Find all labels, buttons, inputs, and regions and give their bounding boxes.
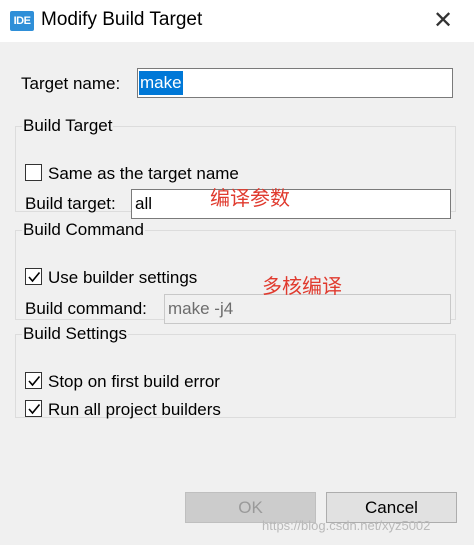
- build-command-label: Build command:: [25, 299, 147, 318]
- checkmark-icon: [28, 403, 41, 415]
- target-name-label: Target name:: [21, 74, 121, 93]
- build-settings-legend: Build Settings: [23, 324, 127, 343]
- checkbox-checked: [25, 400, 42, 417]
- checkbox-checked: [25, 372, 42, 389]
- build-command-group: Build Command Use builder settings Build…: [15, 220, 456, 324]
- dialog-title: Modify Build Target: [41, 9, 203, 30]
- target-name-value: make: [139, 71, 183, 95]
- run-all-builders-label: Run all project builders: [48, 400, 221, 419]
- use-builder-settings-label: Use builder settings: [48, 268, 198, 287]
- build-target-input[interactable]: all: [131, 189, 451, 219]
- title-bar: IDE Modify Build Target ✕: [0, 0, 474, 42]
- ide-app-icon: IDE: [10, 11, 34, 31]
- build-target-label: Build target:: [25, 194, 116, 213]
- close-icon[interactable]: ✕: [426, 6, 460, 36]
- target-name-input[interactable]: make: [137, 68, 453, 98]
- checkbox-unchecked: [25, 164, 42, 181]
- annotation-build-params: 编译参数: [210, 186, 290, 210]
- checkbox-checked: [25, 268, 42, 285]
- checkmark-icon: [28, 271, 41, 283]
- watermark: https://blog.csdn.net/xyz5002: [262, 518, 431, 533]
- build-command-legend: Build Command: [23, 220, 144, 239]
- build-target-legend: Build Target: [23, 116, 113, 135]
- stop-on-first-error-label: Stop on first build error: [48, 372, 220, 391]
- checkmark-icon: [28, 375, 41, 387]
- annotation-multicore-build: 多核编译: [262, 274, 342, 298]
- build-settings-group: Build Settings Stop on first build error…: [15, 324, 456, 419]
- dialog-body: Target name: make Build Target Same as t…: [0, 42, 474, 545]
